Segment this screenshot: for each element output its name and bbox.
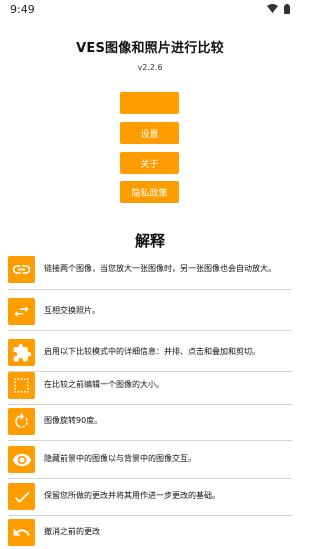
list-item: 撤消之前的更改 <box>0 515 300 549</box>
puzzle-icon <box>8 339 35 366</box>
wifi-icon <box>267 4 278 14</box>
undo-icon <box>8 519 35 546</box>
list-item-text: 启用以下比较模式中的详细信息：并排、点击和叠加和剪切。 <box>44 347 260 356</box>
list-item: 链接两个图像，当您放大一张图像时，另一张图像也会自动放大。 <box>0 252 300 286</box>
settings-button[interactable]: 设置 <box>120 122 179 144</box>
privacy-policy-button[interactable]: 隐私政策 <box>120 181 179 203</box>
version-label: v2.2.6 <box>137 63 163 72</box>
about-button[interactable]: 关于 <box>120 152 179 174</box>
swap-icon <box>8 298 35 325</box>
status-time: 9:49 <box>10 3 35 16</box>
eye-icon <box>8 446 35 473</box>
list-item: 图像旋转90度。 <box>0 404 300 438</box>
check-icon <box>8 483 35 510</box>
crop-icon <box>8 372 35 399</box>
list-item-text: 互相交换照片。 <box>44 306 100 315</box>
list-item-text: 隐藏前景中的图像以与背景中的图像交互。 <box>44 454 196 463</box>
list-item-text: 图像旋转90度。 <box>44 416 103 425</box>
primary-button[interactable] <box>120 92 179 114</box>
list-item-text: 链接两个图像，当您放大一张图像时，另一张图像也会自动放大。 <box>44 264 276 273</box>
list-item: 启用以下比较模式中的详细信息：并排、点击和叠加和剪切。 <box>0 335 300 369</box>
list-item-text: 撤消之前的更改 <box>44 527 100 536</box>
divider <box>8 440 292 441</box>
list-item: 在比较之前编辑一个图像的大小。 <box>0 368 300 402</box>
link-icon <box>8 256 35 283</box>
list-item: 隐藏前景中的图像以与背景中的图像交互。 <box>0 442 300 476</box>
list-item-text: 保留您所做的更改并将其用作进一步更改的基础。 <box>44 491 220 500</box>
explain-title: 解释 <box>134 232 165 250</box>
divider <box>8 289 292 290</box>
list-item-text: 在比较之前编辑一个图像的大小。 <box>44 380 164 389</box>
status-bar: 9:49 <box>0 0 300 22</box>
rotate-icon <box>8 408 35 435</box>
system-icons <box>267 4 290 14</box>
battery-icon <box>284 4 290 14</box>
divider <box>8 330 292 331</box>
list-item: 保留您所做的更改并将其用作进一步更改的基础。 <box>0 479 300 513</box>
list-item: 互相交换照片。 <box>0 294 300 328</box>
app-title: VES图像和照片进行比较 <box>76 41 224 56</box>
